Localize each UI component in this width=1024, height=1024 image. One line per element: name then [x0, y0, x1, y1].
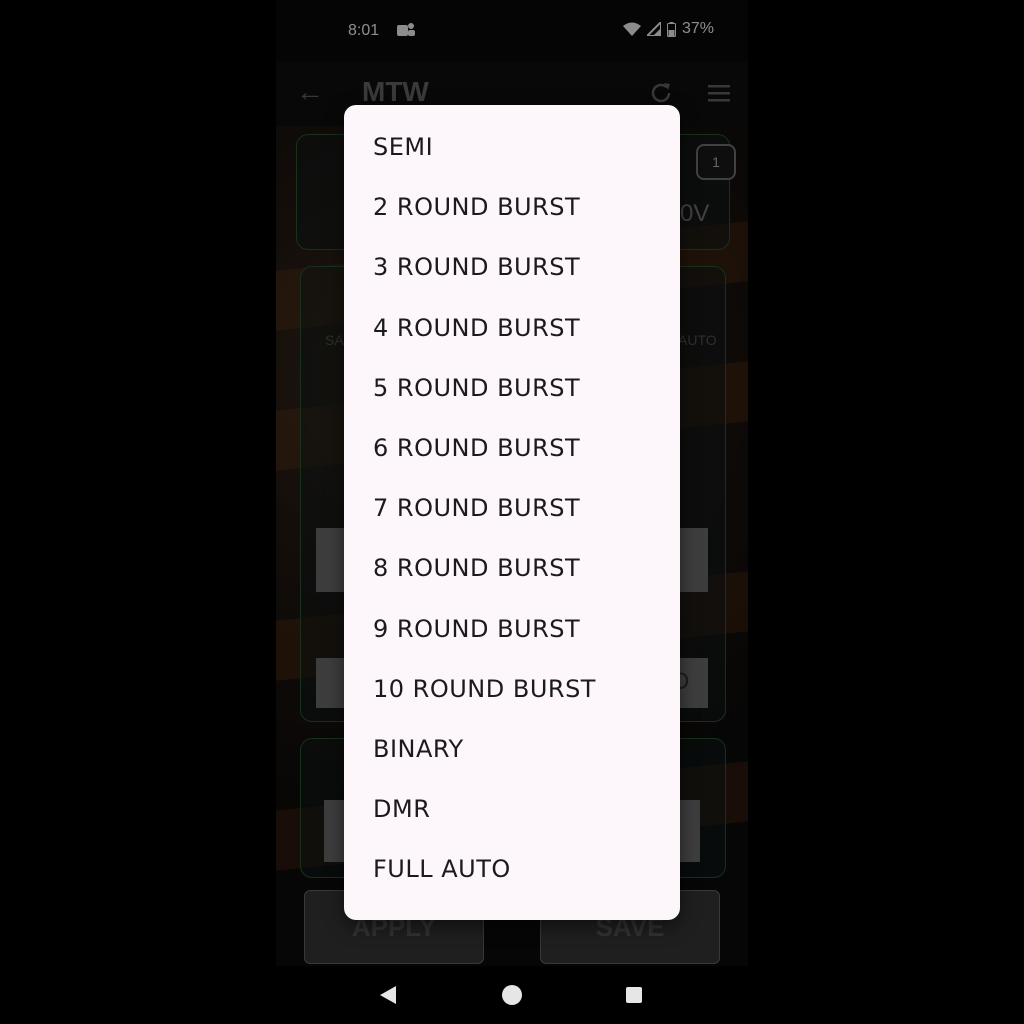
nav-recents-icon[interactable] — [626, 987, 642, 1003]
option-7-round-burst[interactable]: 7 ROUND BURST — [344, 478, 680, 538]
nav-home-icon[interactable] — [502, 985, 522, 1005]
option-binary[interactable]: BINARY — [344, 719, 680, 779]
option-full-auto[interactable]: FULL AUTO — [344, 839, 680, 899]
nav-back-icon[interactable] — [380, 986, 396, 1004]
option-2-round-burst[interactable]: 2 ROUND BURST — [344, 177, 680, 237]
fire-mode-dropdown: SEMI 2 ROUND BURST 3 ROUND BURST 4 ROUND… — [344, 105, 680, 920]
option-semi[interactable]: SEMI — [344, 117, 680, 177]
option-9-round-burst[interactable]: 9 ROUND BURST — [344, 599, 680, 659]
option-8-round-burst[interactable]: 8 ROUND BURST — [344, 538, 680, 598]
option-4-round-burst[interactable]: 4 ROUND BURST — [344, 298, 680, 358]
option-6-round-burst[interactable]: 6 ROUND BURST — [344, 418, 680, 478]
option-10-round-burst[interactable]: 10 ROUND BURST — [344, 659, 680, 719]
option-3-round-burst[interactable]: 3 ROUND BURST — [344, 237, 680, 297]
option-5-round-burst[interactable]: 5 ROUND BURST — [344, 358, 680, 418]
option-dmr[interactable]: DMR — [344, 779, 680, 839]
